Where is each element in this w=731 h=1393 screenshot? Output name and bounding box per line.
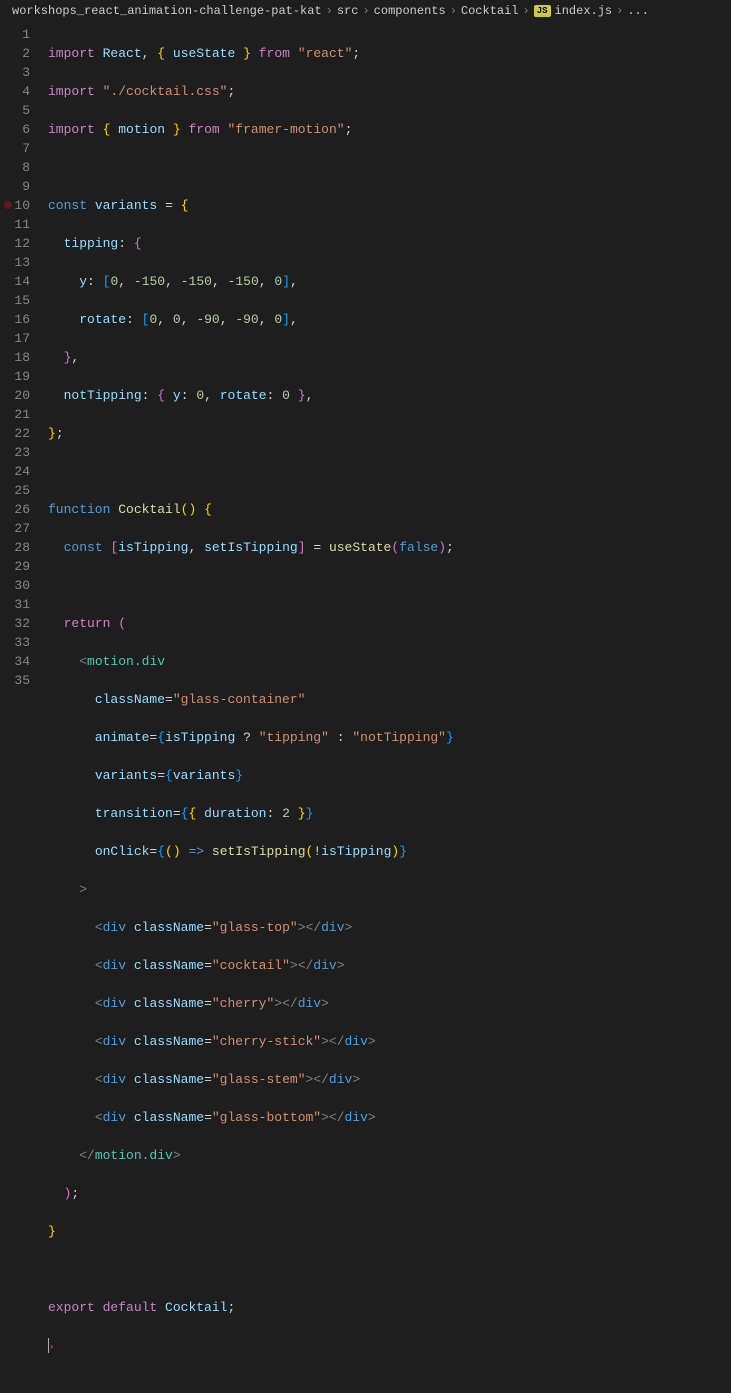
line-number[interactable]: 7 bbox=[0, 139, 30, 158]
breadcrumb-item[interactable]: Cocktail bbox=[461, 4, 519, 18]
line-number[interactable]: 20 bbox=[0, 386, 30, 405]
javascript-icon: JS bbox=[534, 5, 551, 17]
line-number-gutter[interactable]: 1234567891011121314151617181920212223242… bbox=[0, 23, 48, 709]
line-number[interactable]: 33 bbox=[0, 633, 30, 652]
line-number[interactable]: 30 bbox=[0, 576, 30, 595]
line-number[interactable]: 5 bbox=[0, 101, 30, 120]
breadcrumb-tail[interactable]: ... bbox=[627, 4, 649, 18]
line-number[interactable]: 35 bbox=[0, 671, 30, 690]
line-number[interactable]: 32 bbox=[0, 614, 30, 633]
line-number[interactable]: 9 bbox=[0, 177, 30, 196]
line-number[interactable]: 25 bbox=[0, 481, 30, 500]
line-number[interactable]: 26 bbox=[0, 500, 30, 519]
code-editor[interactable]: 1234567891011121314151617181920212223242… bbox=[0, 23, 731, 709]
breadcrumb[interactable]: workshops_react_animation-challenge-pat-… bbox=[0, 0, 731, 23]
line-number[interactable]: 24 bbox=[0, 462, 30, 481]
breadcrumb-file[interactable]: index.js bbox=[555, 4, 613, 18]
line-number[interactable]: 8 bbox=[0, 158, 30, 177]
line-number[interactable]: 10 bbox=[0, 196, 30, 215]
chevron-right-icon: › bbox=[362, 4, 369, 18]
breadcrumb-item[interactable]: src bbox=[337, 4, 359, 18]
chevron-right-icon: › bbox=[616, 4, 623, 18]
breadcrumb-item[interactable]: workshops_react_animation-challenge-pat-… bbox=[12, 4, 322, 18]
breadcrumb-item[interactable]: components bbox=[374, 4, 446, 18]
line-number[interactable]: 13 bbox=[0, 253, 30, 272]
line-number[interactable]: 28 bbox=[0, 538, 30, 557]
chevron-right-icon: › bbox=[523, 4, 530, 18]
line-number[interactable]: 18 bbox=[0, 348, 30, 367]
line-number[interactable]: 16 bbox=[0, 310, 30, 329]
line-number[interactable]: 2 bbox=[0, 44, 30, 63]
line-number[interactable]: 15 bbox=[0, 291, 30, 310]
line-number[interactable]: 22 bbox=[0, 424, 30, 443]
line-number[interactable]: 6 bbox=[0, 120, 30, 139]
line-number[interactable]: 23 bbox=[0, 443, 30, 462]
line-number[interactable]: 14 bbox=[0, 272, 30, 291]
line-number[interactable]: 11 bbox=[0, 215, 30, 234]
line-number[interactable]: 21 bbox=[0, 405, 30, 424]
line-number[interactable]: 1 bbox=[0, 25, 30, 44]
line-number[interactable]: 34 bbox=[0, 652, 30, 671]
code-content[interactable]: import React, { useState } from "react";… bbox=[48, 23, 731, 709]
chevron-right-icon: › bbox=[326, 4, 333, 18]
line-number[interactable]: 17 bbox=[0, 329, 30, 348]
line-number[interactable]: 4 bbox=[0, 82, 30, 101]
line-number[interactable]: 3 bbox=[0, 63, 30, 82]
error-indicator-icon: › bbox=[49, 1342, 54, 1352]
line-number[interactable]: 31 bbox=[0, 595, 30, 614]
line-number[interactable]: 19 bbox=[0, 367, 30, 386]
line-number[interactable]: 27 bbox=[0, 519, 30, 538]
line-number[interactable]: 12 bbox=[0, 234, 30, 253]
line-number[interactable]: 29 bbox=[0, 557, 30, 576]
chevron-right-icon: › bbox=[450, 4, 457, 18]
